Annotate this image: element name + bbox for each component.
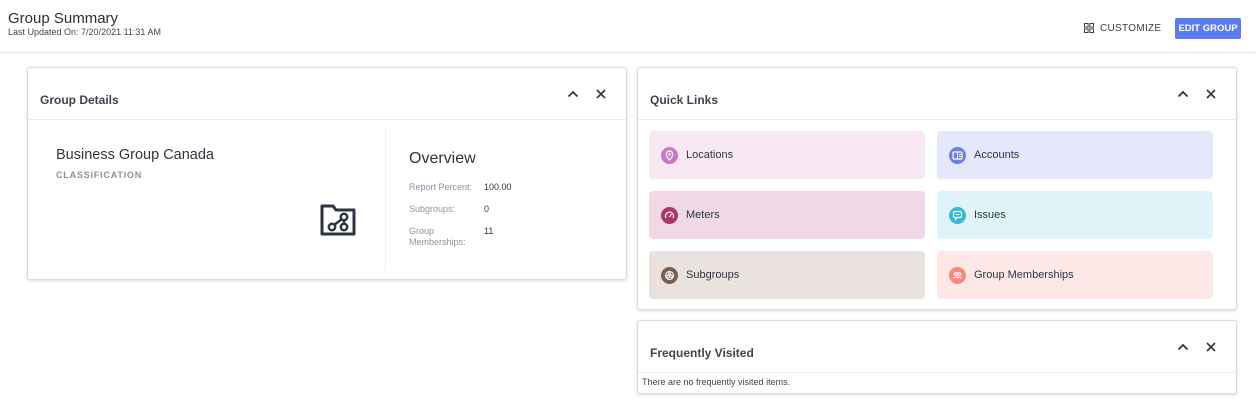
divider (385, 128, 386, 271)
group-name: Business Group Canada (56, 147, 214, 163)
quick-link-meters[interactable]: Meters (649, 191, 925, 239)
quick-link-label: Group Memberships (974, 269, 1074, 281)
quick-link-label: Subgroups (686, 269, 740, 281)
collapse-icon[interactable] (566, 87, 580, 101)
group-memberships-label: Group Memberships: (409, 226, 466, 247)
quick-link-locations[interactable]: Locations (649, 131, 925, 179)
card-header: Group Details (28, 68, 626, 120)
close-icon[interactable] (594, 87, 608, 101)
quick-link-group-memberships[interactable]: Group Memberships (937, 251, 1213, 299)
report-percent-value: 100.00 (484, 182, 512, 192)
quick-links-card: Quick Links Locations Accounts Meters Is… (637, 67, 1237, 310)
page-header: Group Summary Last Updated On: 7/20/2021… (0, 0, 1256, 53)
group-memberships-value: 11 (484, 226, 494, 236)
quick-link-label: Accounts (974, 149, 1020, 161)
empty-state-text: There are no frequently visited items. (642, 377, 791, 387)
customize-label: CUSTOMIZE (1100, 22, 1162, 34)
card-title: Quick Links (650, 93, 719, 107)
collapse-icon[interactable] (1176, 87, 1190, 101)
issue-chat-icon (949, 206, 966, 224)
frequently-visited-card: Frequently Visited There are no frequent… (637, 320, 1237, 394)
subgroups-label: Subgroups: (409, 204, 456, 214)
location-pin-icon (661, 146, 678, 164)
gauge-icon (661, 206, 678, 224)
quick-link-label: Issues (974, 209, 1006, 221)
quick-link-label: Meters (686, 209, 720, 221)
overview-title: Overview (409, 150, 476, 167)
close-icon[interactable] (1204, 87, 1218, 101)
edit-group-button[interactable]: EDIT GROUP (1175, 18, 1241, 39)
people-icon (949, 266, 966, 284)
quick-link-issues[interactable]: Issues (937, 191, 1213, 239)
subgroups-value: 0 (484, 204, 490, 214)
report-percent-label: Report Percent: (409, 182, 473, 192)
card-title: Group Details (40, 93, 119, 107)
quick-link-subgroups[interactable]: Subgroups (649, 251, 925, 299)
grid-icon (1084, 23, 1094, 33)
subgroup-icon (661, 266, 678, 284)
card-title: Frequently Visited (650, 346, 754, 360)
last-updated-text: Last Updated On: 7/20/2021 11:31 AM (8, 27, 161, 37)
quick-link-label: Locations (686, 149, 734, 161)
page-title: Group Summary (8, 10, 119, 27)
close-icon[interactable] (1204, 340, 1218, 354)
collapse-icon[interactable] (1176, 340, 1190, 354)
account-card-icon (949, 146, 966, 164)
group-hierarchy-icon (320, 204, 356, 236)
group-details-card: Group Details Business Group Canada CLAS… (27, 67, 627, 280)
customize-button[interactable]: CUSTOMIZE (1084, 19, 1161, 37)
card-header: Frequently Visited (638, 321, 1236, 373)
quick-link-accounts[interactable]: Accounts (937, 131, 1213, 179)
classification-label: CLASSIFICATION (56, 170, 143, 180)
card-header: Quick Links (638, 68, 1236, 120)
